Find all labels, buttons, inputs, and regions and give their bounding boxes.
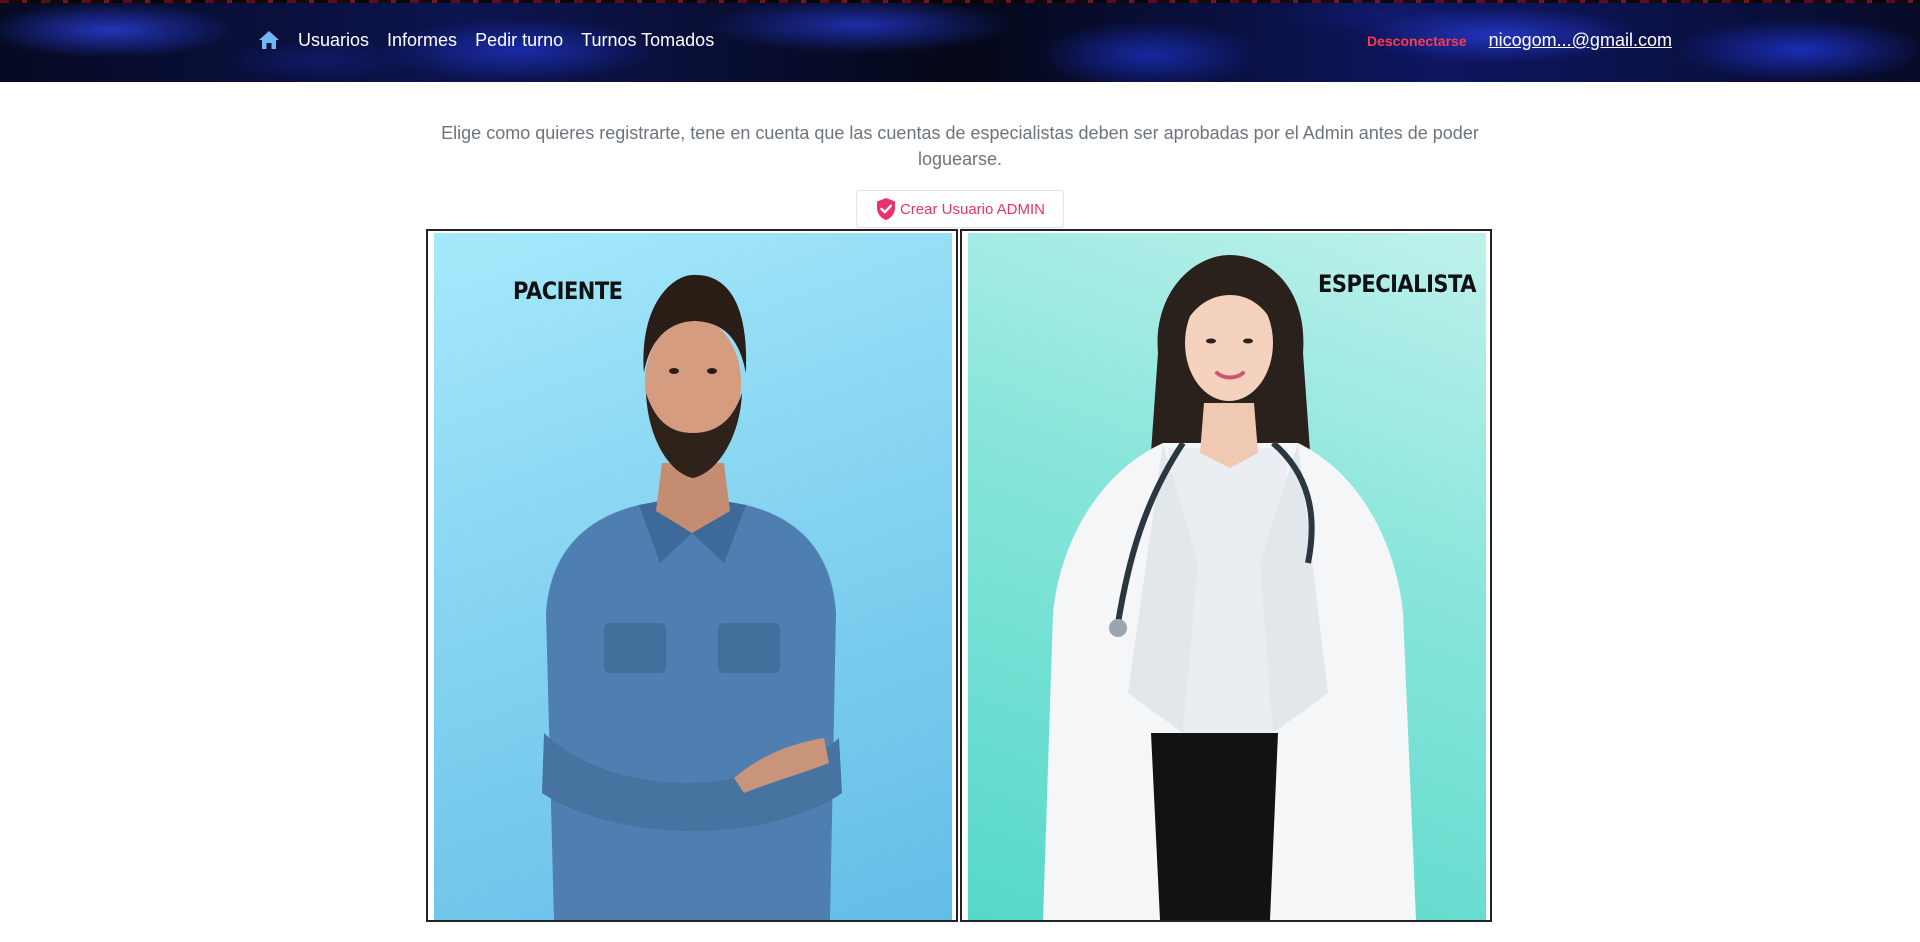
top-navbar: Usuarios Informes Pedir turno Turnos Tom… [0, 0, 1920, 82]
create-admin-button[interactable]: Crear Usuario ADMIN [856, 190, 1064, 228]
nav-link-pedir-turno[interactable]: Pedir turno [475, 28, 563, 52]
nav-link-usuarios[interactable]: Usuarios [298, 28, 369, 52]
nav-link-informes[interactable]: Informes [387, 28, 457, 52]
user-area: Desconectarse nicogom...@gmail.com [1367, 30, 1672, 51]
shield-check-icon [876, 198, 895, 220]
nav-link-turnos-tomados[interactable]: Turnos Tomados [581, 28, 714, 52]
patient-label: PACIENTE [513, 277, 623, 305]
specialist-card[interactable]: ESPECIALISTA [960, 229, 1492, 922]
registration-instructions: Elige como quieres registrarte, tene en … [441, 123, 1479, 169]
create-admin-label: Crear Usuario ADMIN [899, 200, 1046, 218]
logout-link[interactable]: Desconectarse [1367, 33, 1467, 49]
main-nav: Usuarios Informes Pedir turno Turnos Tom… [257, 28, 732, 52]
specialist-label: ESPECIALISTA [1318, 270, 1476, 298]
patient-photo: PACIENTE [434, 233, 952, 920]
patient-card[interactable]: PACIENTE [426, 229, 958, 922]
home-icon[interactable] [257, 28, 281, 52]
user-email-link[interactable]: nicogom...@gmail.com [1489, 30, 1672, 51]
specialist-photo: ESPECIALISTA [968, 233, 1486, 920]
